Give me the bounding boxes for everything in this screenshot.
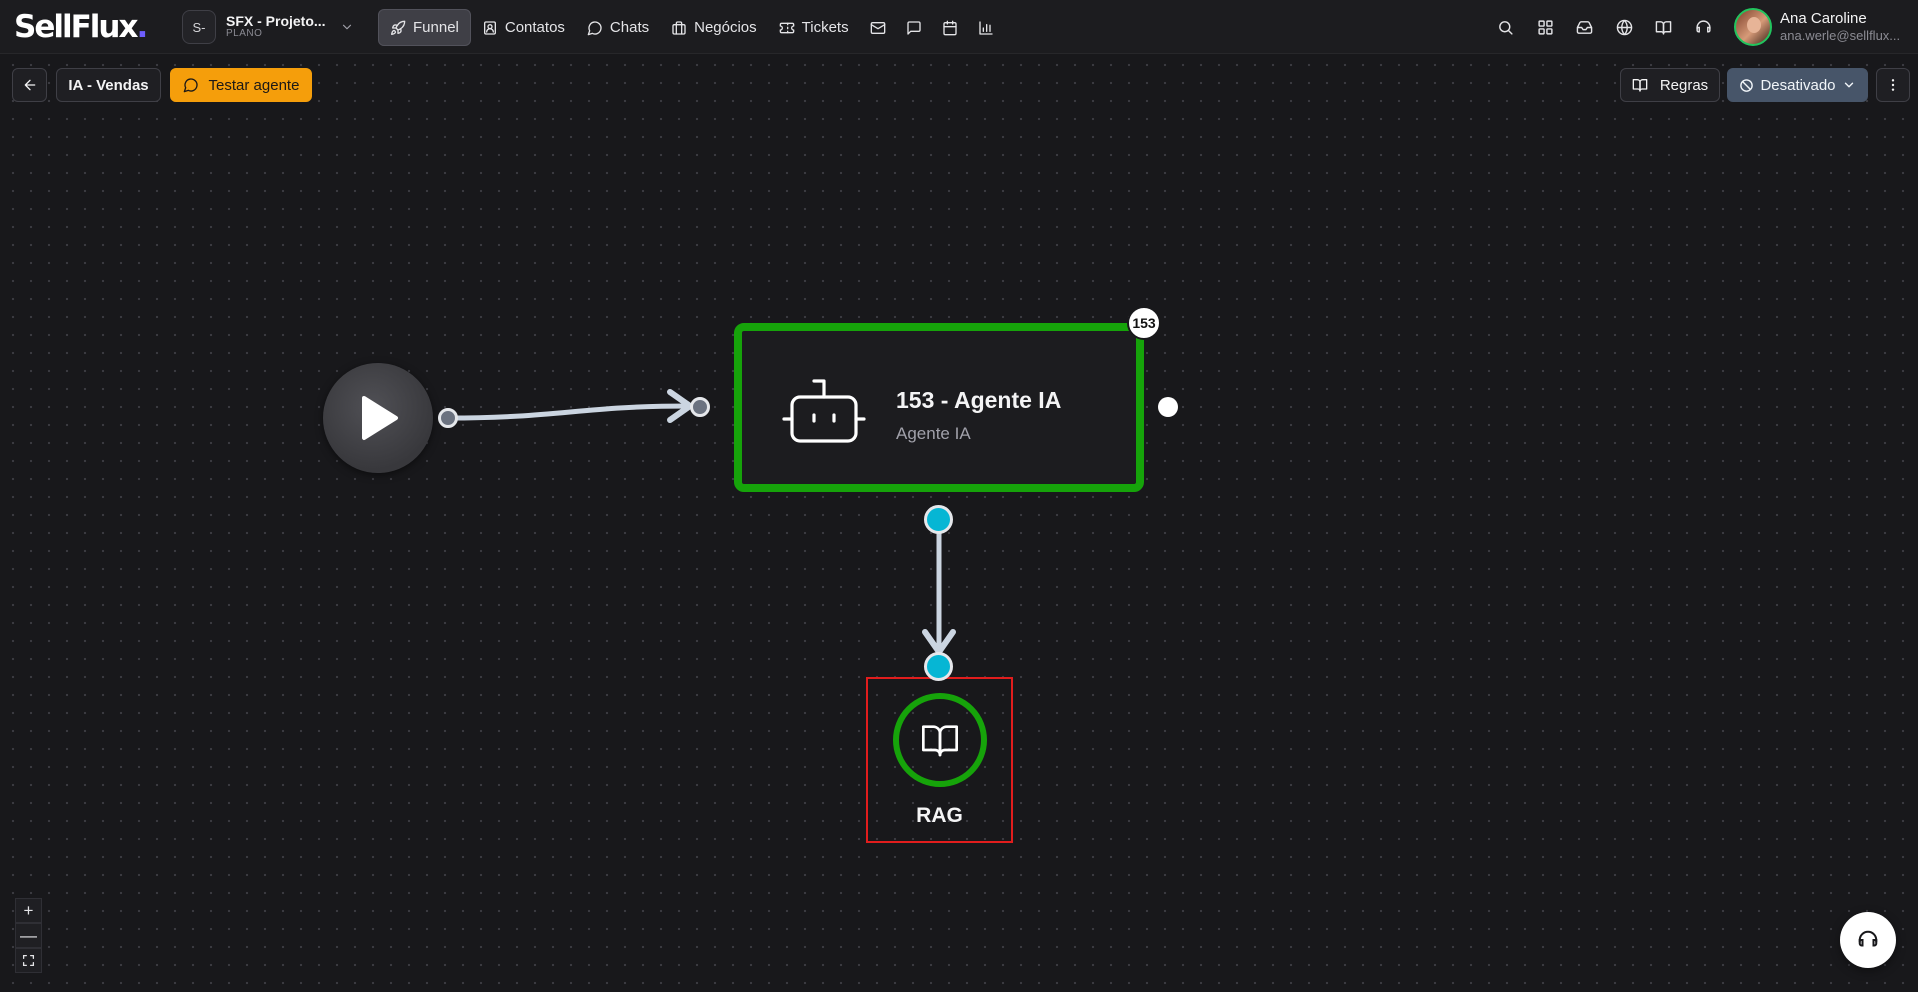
rag-node-label: RAG <box>916 804 963 827</box>
fullscreen-icon <box>22 954 35 967</box>
agent-ia-node[interactable]: 153 - Agente IA Agente IA <box>734 323 1144 492</box>
book-open-icon <box>922 725 958 757</box>
start-node[interactable] <box>323 363 433 473</box>
zoom-controls: + — <box>15 898 42 973</box>
agent-tool-handle[interactable] <box>924 505 953 534</box>
node-count-badge: 153 <box>1127 306 1161 340</box>
fit-view-button[interactable] <box>15 948 42 973</box>
edge-start-to-agent <box>445 403 693 421</box>
start-output-handle[interactable] <box>438 408 458 428</box>
bot-icon <box>782 379 866 443</box>
agent-input-handle[interactable] <box>690 397 710 417</box>
agent-output-handle[interactable] <box>1158 397 1178 417</box>
agent-node-subtitle: Agente IA <box>896 424 971 443</box>
agent-node-title: 153 - Agente IA <box>896 387 1062 413</box>
support-chat-button[interactable] <box>1840 912 1896 968</box>
rag-node[interactable] <box>893 693 987 787</box>
zoom-out-button[interactable]: — <box>15 923 42 948</box>
flow-edges <box>445 389 956 655</box>
headset-icon <box>1858 930 1878 947</box>
rag-input-handle[interactable] <box>924 652 953 681</box>
zoom-in-button[interactable]: + <box>15 898 42 923</box>
play-icon <box>362 396 398 440</box>
